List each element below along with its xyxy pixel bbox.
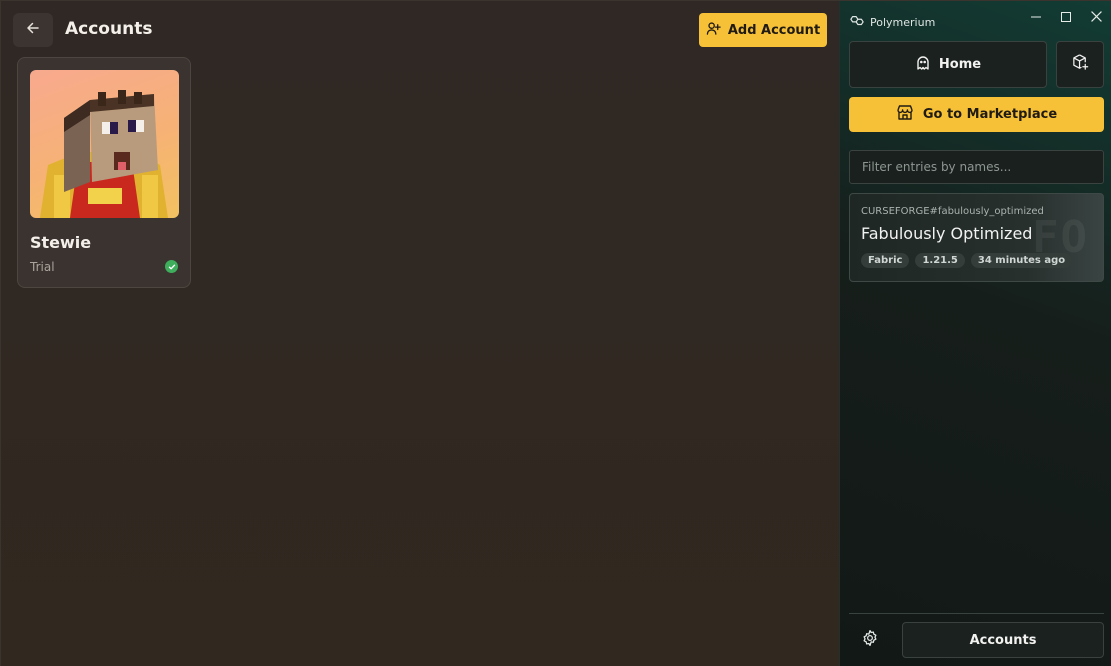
close-button[interactable]	[1081, 5, 1111, 27]
back-button[interactable]	[13, 13, 53, 47]
sidebar: Polymerium Home Go to Marketplace Filter…	[839, 1, 1111, 666]
minimize-button[interactable]	[1021, 5, 1051, 27]
maximize-button[interactable]	[1051, 5, 1081, 27]
arrow-left-icon	[25, 20, 41, 40]
entry-reference: CURSEFORGE#fabulously_optimized	[861, 206, 1044, 217]
gear-icon	[861, 629, 879, 651]
main-panel: Accounts Add Account Stewie Trial	[1, 1, 839, 666]
app-name: Polymerium	[870, 16, 936, 29]
account-avatar	[30, 70, 179, 218]
add-account-button[interactable]: Add Account	[699, 13, 827, 47]
page-title: Accounts	[65, 19, 153, 39]
package-plus-icon	[1071, 53, 1090, 76]
home-button[interactable]: Home	[849, 41, 1047, 88]
store-icon	[896, 104, 914, 125]
account-card[interactable]: Stewie Trial	[17, 57, 191, 288]
minimize-icon	[1031, 7, 1041, 26]
close-icon	[1090, 7, 1102, 26]
accounts-label: Accounts	[969, 632, 1037, 648]
window-controls	[1021, 5, 1111, 27]
check-circle-icon	[165, 260, 178, 273]
account-type: Trial	[30, 260, 55, 274]
accounts-button[interactable]: Accounts	[902, 622, 1104, 658]
entry-title: Fabulously Optimized	[861, 224, 1033, 243]
last-played-tag: 34 minutes ago	[970, 253, 1073, 268]
instance-entry[interactable]: FO CURSEFORGE#fabulously_optimized Fabul…	[849, 193, 1104, 282]
maximize-icon	[1061, 7, 1071, 26]
loader-tag: Fabric	[861, 253, 910, 268]
app-window: Accounts Add Account Stewie Trial Polyme…	[0, 0, 1111, 666]
marketplace-button[interactable]: Go to Marketplace	[849, 97, 1104, 132]
version-tag: 1.21.5	[915, 253, 965, 268]
polymerium-logo-icon	[850, 14, 864, 31]
home-label: Home	[938, 57, 982, 72]
add-account-label: Add Account	[727, 22, 821, 38]
sidebar-divider	[849, 613, 1104, 614]
user-plus-icon	[706, 21, 721, 40]
new-instance-button[interactable]	[1056, 41, 1104, 88]
marketplace-label: Go to Marketplace	[922, 107, 1058, 122]
entry-tags: Fabric 1.21.5 34 minutes ago	[861, 253, 1073, 268]
app-title: Polymerium	[850, 14, 935, 31]
account-name: Stewie	[30, 233, 92, 252]
filter-input[interactable]	[849, 150, 1104, 184]
ghost-icon	[915, 55, 931, 75]
settings-button[interactable]	[856, 629, 884, 651]
